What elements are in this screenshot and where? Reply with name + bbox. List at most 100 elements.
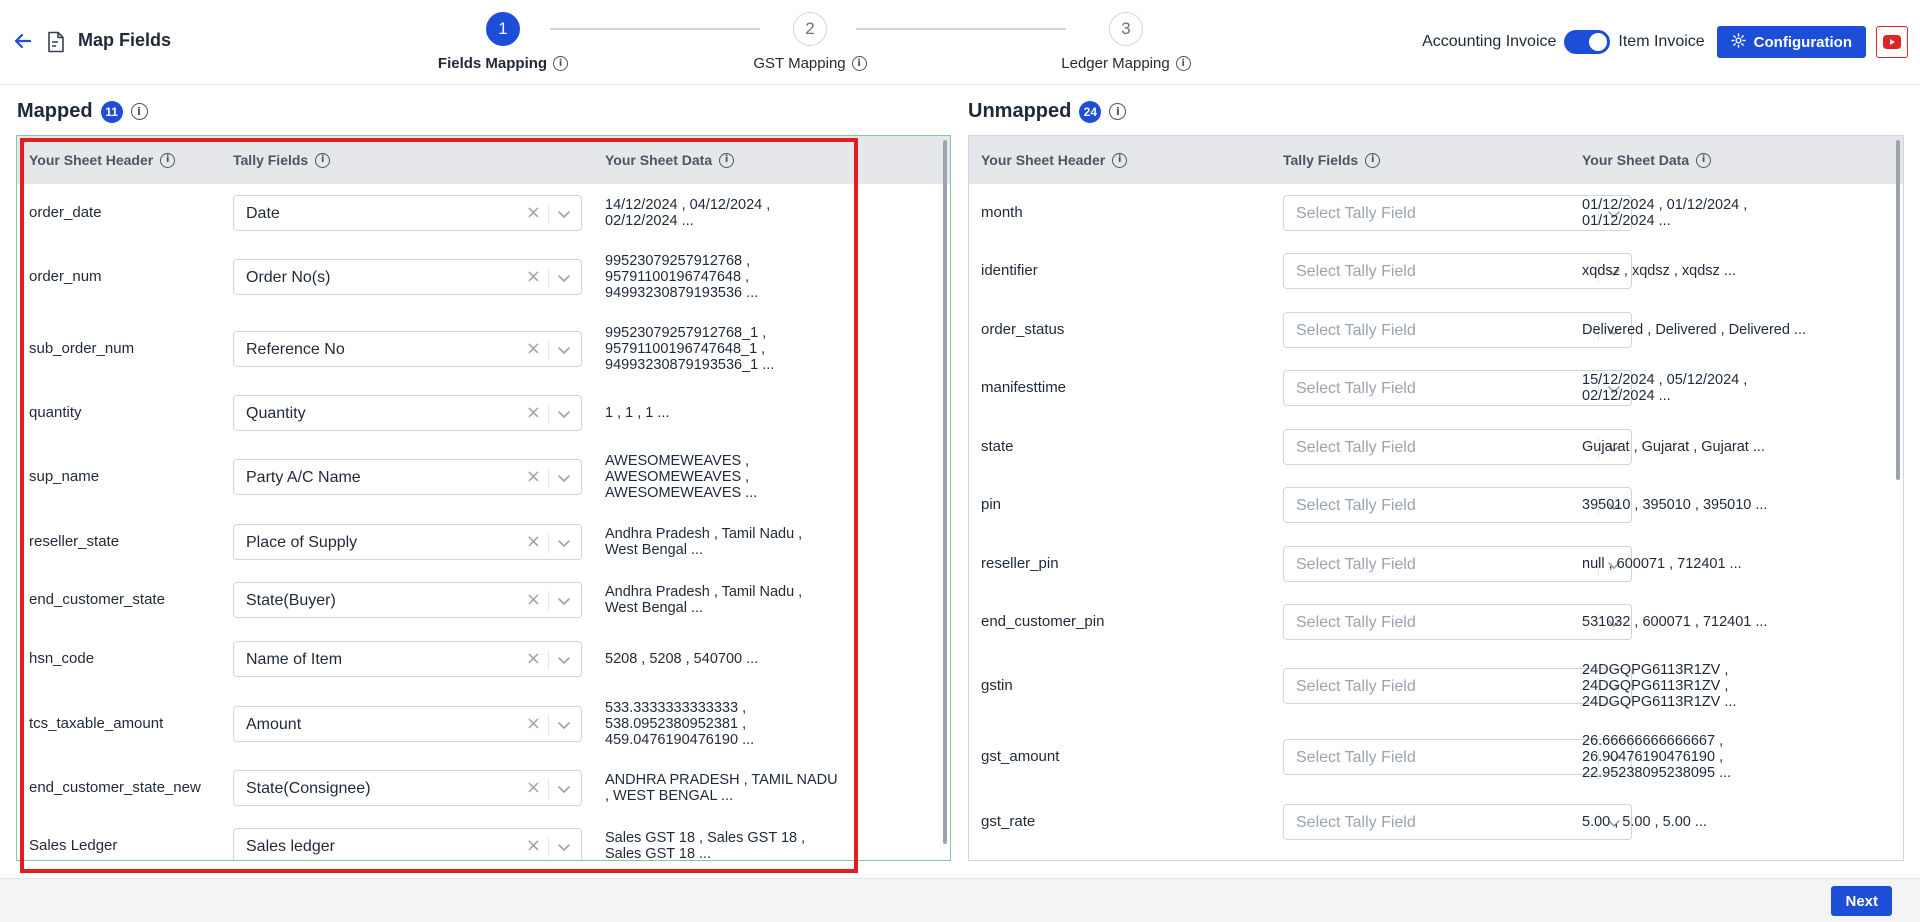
info-icon[interactable]: i	[553, 56, 569, 71]
invoice-type-toggle[interactable]	[1564, 30, 1611, 54]
clear-icon[interactable]: ×	[526, 404, 541, 422]
sheet-data-cell: 5208 , 5208 , 540700 ...	[605, 651, 855, 667]
sheet-data-line: 24DGQPG6113R1ZV ,	[1582, 662, 1729, 678]
sheet-data-line: ANDHRA PRADESH , TAMIL NADU	[605, 772, 838, 788]
tally-field-select[interactable]: Select Tally Field	[1283, 370, 1632, 406]
sheet-data-line: 5.00 , 5.00 , 5.00 ...	[1582, 814, 1707, 830]
sheet-data-cell: null , 600071 , 712401 ...	[1582, 556, 1832, 572]
sheet-header-cell: identifier	[981, 262, 1038, 279]
sheet-data-line: 5208 , 5208 , 540700 ...	[605, 651, 759, 667]
tally-field-select[interactable]: Quantity ×	[233, 395, 582, 431]
sheet-header-cell: reseller_state	[29, 533, 120, 550]
sheet-data-cell: Andhra Pradesh , Tamil Nadu , West Bengal…	[605, 584, 855, 616]
tally-field-select[interactable]: Select Tally Field	[1283, 429, 1632, 465]
sheet-header-cell: manifesttime	[981, 379, 1067, 396]
mapped-title-text: Mapped	[17, 100, 93, 122]
sheet-data-line: West Bengal ...	[605, 542, 704, 558]
tally-field-select[interactable]: Select Tally Field	[1283, 487, 1632, 523]
tally-field-select[interactable]: State(Buyer) ×	[233, 582, 582, 618]
info-icon[interactable]: i	[315, 152, 331, 168]
tally-field-select[interactable]: Select Tally Field	[1283, 739, 1632, 775]
tally-field-select[interactable]: Place of Supply ×	[233, 524, 582, 560]
clear-icon[interactable]: ×	[526, 204, 541, 222]
configuration-button[interactable]: Configuration	[1716, 26, 1866, 58]
select-divider	[548, 533, 549, 553]
top-bar: Map Fields 1 Fields Mapping i 2 GST Mappi…	[0, 0, 1920, 85]
sheet-data-cell: 1 , 1 , 1 ...	[605, 405, 855, 421]
page-title: Map Fields	[78, 30, 172, 50]
clear-icon[interactable]: ×	[526, 837, 541, 855]
tally-field-select[interactable]: Select Tally Field	[1283, 604, 1632, 640]
tally-field-select[interactable]: Amount ×	[233, 706, 582, 742]
step-number: 2	[793, 12, 827, 46]
arrow-left-icon[interactable]	[12, 30, 34, 52]
sheet-header-cell: sub_order_num	[29, 340, 135, 357]
sheet-header-cell: pin	[981, 496, 1002, 513]
sheet-data-line: 24DGQPG6113R1ZV ...	[1582, 694, 1737, 710]
tally-field-select[interactable]: Reference No ×	[233, 331, 582, 367]
sheet-header-cell: order_date	[29, 204, 102, 221]
sheet-data-cell: Delivered , Delivered , Delivered ...	[1582, 322, 1832, 338]
tally-field-select[interactable]: Order No(s) ×	[233, 259, 582, 295]
clear-icon[interactable]: ×	[526, 340, 541, 358]
tally-field-select[interactable]: Party A/C Name ×	[233, 459, 582, 495]
info-icon[interactable]: i	[1175, 56, 1191, 71]
sheet-data-line: 95791100196747648_1 ,	[605, 341, 766, 357]
select-divider	[548, 591, 549, 611]
info-icon[interactable]: i	[160, 152, 176, 168]
select-divider	[548, 340, 549, 360]
step-fields-mapping[interactable]: 1 Fields Mapping i	[393, 12, 613, 73]
info-icon[interactable]: i	[1112, 152, 1128, 168]
youtube-icon[interactable]	[1876, 26, 1908, 58]
mapped-table-header: Your Sheet Header i Tally Fields i Your Sh…	[17, 136, 950, 184]
footer: Next	[0, 878, 1920, 922]
sheet-data-cell: ANDHRA PRADESH , TAMIL NADU, WEST BENGAL…	[605, 772, 855, 804]
clear-icon[interactable]: ×	[526, 468, 541, 486]
sheet-data-line: null , 600071 , 712401 ...	[1582, 556, 1742, 572]
info-icon[interactable]: i	[130, 103, 148, 120]
clear-icon[interactable]: ×	[526, 268, 541, 286]
sheet-header-cell: quantity	[29, 404, 82, 421]
sheet-data-line: Gujarat , Gujarat , Gujarat ...	[1582, 439, 1765, 455]
tally-field-select[interactable]: Sales ledger ×	[233, 828, 582, 860]
clear-icon[interactable]: ×	[526, 591, 541, 609]
info-icon[interactable]: i	[1696, 152, 1712, 168]
tally-field-select[interactable]: Select Tally Field	[1283, 253, 1632, 289]
info-icon[interactable]: i	[851, 56, 867, 71]
tally-field-value: Select Tally Field	[1296, 205, 1416, 222]
mapped-table: Your Sheet Header i Tally Fields i Your Sh…	[16, 135, 951, 861]
configuration-label: Configuration	[1753, 33, 1852, 51]
sheet-data-line: Sales GST 18 ...	[605, 846, 712, 861]
sheet-data-cell: 26.66666666666667 , 26.90476190476190 , 22…	[1582, 733, 1832, 781]
stepper: 1 Fields Mapping i 2 GST Mapping i 3 Ledge…	[420, 12, 1200, 76]
tally-field-value: Name of Item	[246, 651, 343, 668]
scrollbar[interactable]	[1896, 140, 1900, 480]
tally-field-select[interactable]: Name of Item ×	[233, 641, 582, 677]
clear-icon[interactable]: ×	[526, 650, 541, 668]
tally-field-value: Place of Supply	[246, 534, 358, 551]
tally-field-select[interactable]: Date ×	[233, 195, 582, 231]
tally-field-value: Select Tally Field	[1296, 263, 1416, 280]
clear-icon[interactable]: ×	[526, 533, 541, 551]
tally-field-select[interactable]: State(Consignee) ×	[233, 770, 582, 806]
tally-field-select[interactable]: Select Tally Field	[1283, 195, 1632, 231]
clear-icon[interactable]: ×	[526, 779, 541, 797]
scrollbar[interactable]	[943, 140, 947, 844]
clear-icon[interactable]: ×	[526, 715, 541, 733]
step-gst-mapping[interactable]: 2 GST Mapping i	[700, 12, 920, 73]
tally-field-select[interactable]: Select Tally Field	[1283, 668, 1632, 704]
sheet-header-cell: end_customer_state	[29, 591, 165, 608]
step-ledger-mapping[interactable]: 3 Ledger Mapping i	[1016, 12, 1236, 73]
next-button[interactable]: Next	[1831, 886, 1892, 916]
tally-field-select[interactable]: Select Tally Field	[1283, 546, 1632, 582]
tally-field-select[interactable]: Select Tally Field	[1283, 312, 1632, 348]
sheet-data-line: 1 , 1 , 1 ...	[605, 405, 670, 421]
item-invoice-label: Item Invoice	[1618, 33, 1705, 50]
info-icon[interactable]: i	[719, 152, 735, 168]
tally-field-value: Order No(s)	[246, 269, 331, 286]
info-icon[interactable]: i	[1109, 103, 1127, 120]
tally-field-select[interactable]: Select Tally Field	[1283, 804, 1632, 840]
info-icon[interactable]: i	[1365, 152, 1381, 168]
select-divider	[548, 468, 549, 488]
sheet-data-line: Andhra Pradesh , Tamil Nadu ,	[605, 584, 803, 600]
